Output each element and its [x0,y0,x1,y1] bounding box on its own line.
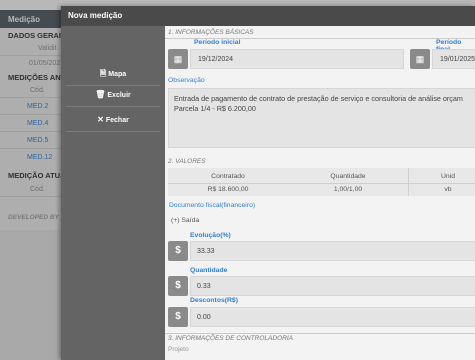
observation-textarea[interactable]: Entrada de pagamento de contrato de pres… [168,88,475,148]
project-label: Projeto [168,346,189,353]
quantity-input[interactable]: 0.33 [190,276,475,296]
delete-button[interactable]: 🗑 Excluir [66,83,160,107]
start-period-label: Período inicial [194,39,241,46]
table-header-contracted: Contratado [211,173,245,180]
dollar-icon: $ [168,307,188,327]
table-header-quantity: Quantidade [330,173,366,180]
dollar-icon: $ [168,241,188,261]
table-header-unit: Unid [441,173,455,180]
modal-form: 1. INFORMAÇÕES BÁSICAS Período inicial ▦… [165,26,475,360]
calendar-icon[interactable]: ▦ [168,49,188,69]
close-button[interactable]: ✕ Fechar [66,108,160,132]
observation-label: Observação [168,77,205,84]
new-measurement-modal: Nova medição 🗎 Mapa 🗑 Excluir ✕ Fechar 1. I… [61,6,475,360]
modal-title: Nova medição [61,6,475,26]
evolution-label: Evolução(%) [190,232,231,239]
discounts-input[interactable]: 0.00 [190,307,475,327]
table-cell-unit: vb [444,186,452,193]
document-icon: 🗎 [99,69,107,78]
end-period-input[interactable]: 19/01/2025 [432,49,475,69]
dollar-icon: $ [168,276,188,296]
evolution-input[interactable]: 33.33 [190,241,475,261]
close-icon: ✕ [97,115,104,124]
calendar-icon[interactable]: ▦ [410,49,430,69]
trash-icon: 🗑 [95,90,106,99]
discounts-label: Descontos(R$) [190,297,238,304]
fiscal-document-link[interactable]: Documento fiscal(financeiro) [169,202,255,209]
start-period-input[interactable]: 19/12/2024 [190,49,404,69]
section-values-title: 2. VALORES [168,158,206,165]
outflow-label: (+) Saída [171,217,200,224]
modal-action-sidebar: 🗎 Mapa 🗑 Excluir ✕ Fechar [61,26,165,360]
quantity-label: Quantidade [190,267,228,274]
section-controllership-title: 3. INFORMAÇÕES DE CONTROLADORIA [168,335,293,342]
table-cell-contracted: R$ 18.600,00 [207,186,249,193]
table-cell-quantity: 1,00/1,00 [333,186,363,193]
section-basic-info-title: 1. INFORMAÇÕES BÁSICAS [168,29,254,36]
